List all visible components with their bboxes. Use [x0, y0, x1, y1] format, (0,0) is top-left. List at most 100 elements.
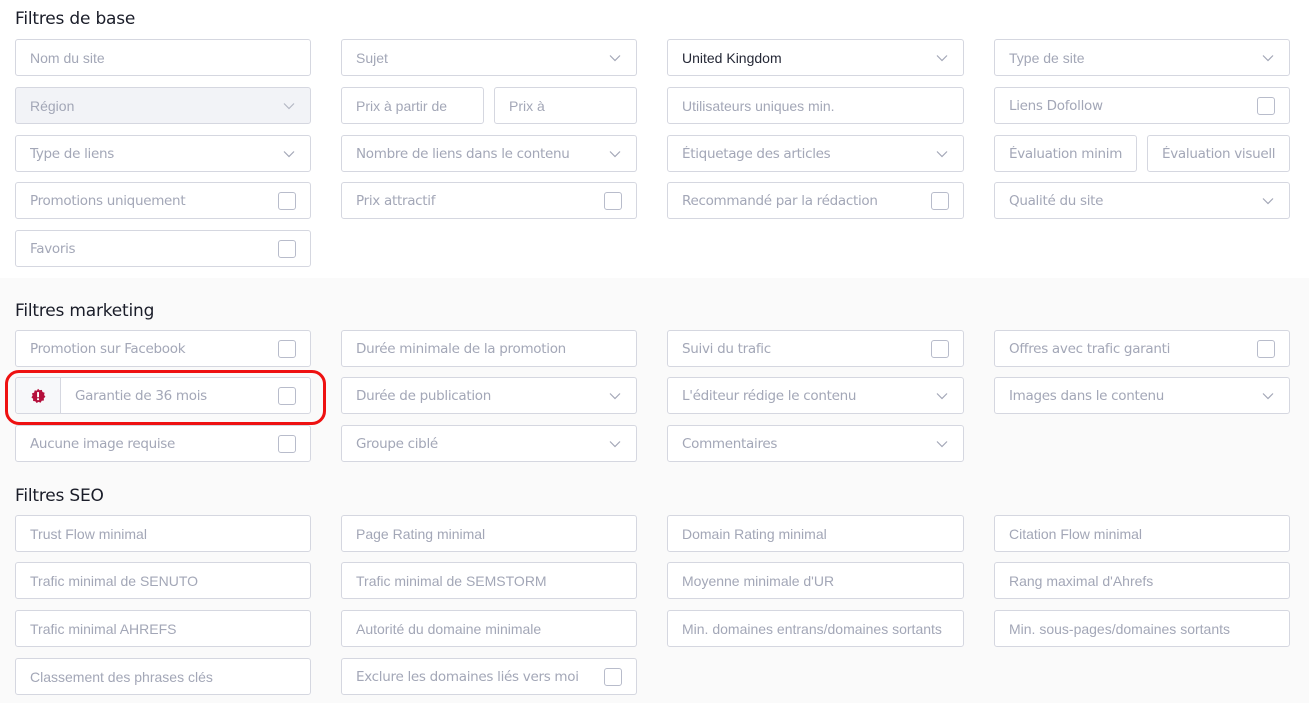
images-in-content-select[interactable]: Images dans le contenu	[994, 377, 1290, 414]
guaranteed-traffic-offers-checkbox[interactable]	[1257, 339, 1275, 358]
min-promotion-duration-input[interactable]: Durée minimale de la promotion	[341, 330, 637, 367]
region-placeholder: Région	[30, 97, 75, 114]
region-select: Région	[15, 87, 311, 124]
article-tagging-placeholder: Étiquetage des articles	[682, 145, 831, 162]
editor-recommended-field[interactable]: Recommandé par la rédaction	[667, 182, 964, 219]
ur-average-min-input[interactable]: Moyenne minimale d'UR	[667, 562, 964, 599]
traffic-tracking-checkbox[interactable]	[931, 339, 949, 358]
favorites-field[interactable]: Favoris	[15, 230, 311, 267]
dofollow-links-label: Liens Dofollow	[1009, 97, 1103, 114]
alert-badge	[16, 378, 61, 413]
attractive-price-label: Prix attractif	[356, 192, 436, 209]
dofollow-links-field[interactable]: Liens Dofollow	[994, 87, 1290, 124]
seo-filters-title: Filtres SEO	[15, 486, 104, 506]
article-tagging-select[interactable]: Étiquetage des articles	[667, 135, 964, 172]
citation-flow-min-input[interactable]: Citation Flow minimal	[994, 515, 1290, 552]
guarantee-36-months-checkbox[interactable]	[278, 386, 296, 405]
ur-average-min-placeholder: Moyenne minimale d'UR	[682, 572, 835, 589]
price-from-input[interactable]: Prix à partir de	[341, 87, 484, 124]
price-from-placeholder: Prix à partir de	[356, 97, 448, 114]
guarantee-36-months-label: Garantie de 36 mois	[75, 387, 207, 404]
comments-select[interactable]: Commentaires	[667, 425, 964, 462]
senuto-traffic-min-input[interactable]: Trafic minimal de SENUTO	[15, 562, 311, 599]
no-image-required-checkbox[interactable]	[278, 434, 296, 453]
promotions-only-field[interactable]: Promotions uniquement	[15, 182, 311, 219]
ahrefs-traffic-min-input[interactable]: Trafic minimal AHREFS	[15, 610, 311, 647]
domain-authority-min-input[interactable]: Autorité du domaine minimale	[341, 610, 637, 647]
subject-select[interactable]: Sujet	[341, 39, 637, 76]
semstorm-traffic-min-input[interactable]: Trafic minimal de SEMSTORM	[341, 562, 637, 599]
site-quality-select[interactable]: Qualité du site	[994, 182, 1290, 219]
trust-flow-min-input[interactable]: Trust Flow minimal	[15, 515, 311, 552]
chevron-down-icon	[935, 51, 949, 65]
promotions-only-checkbox[interactable]	[278, 191, 296, 210]
favorites-checkbox[interactable]	[278, 239, 296, 258]
subpages-ratio-min-placeholder: Min. sous-pages/domaines sortants	[1009, 620, 1230, 637]
images-in-content-placeholder: Images dans le contenu	[1009, 387, 1165, 404]
site-type-select[interactable]: Type de site	[994, 39, 1290, 76]
publication-duration-select[interactable]: Durée de publication	[341, 377, 637, 414]
domain-rating-min-placeholder: Domain Rating minimal	[682, 525, 827, 542]
exclude-linked-domains-field[interactable]: Exclure les domaines liés vers moi	[341, 658, 637, 695]
visual-rating-input[interactable]: Évaluation visuelle	[1147, 135, 1290, 172]
guarantee-36-months-field[interactable]: Garantie de 36 mois	[15, 377, 311, 414]
subpages-ratio-min-input[interactable]: Min. sous-pages/domaines sortants	[994, 610, 1290, 647]
ahrefs-traffic-min-placeholder: Trafic minimal AHREFS	[30, 620, 177, 637]
chevron-down-icon	[1261, 194, 1275, 208]
link-type-select[interactable]: Type de liens	[15, 135, 311, 172]
domain-authority-min-placeholder: Autorité du domaine minimale	[356, 620, 542, 637]
site-name-placeholder: Nom du site	[30, 49, 105, 66]
promotions-only-label: Promotions uniquement	[30, 192, 186, 209]
site-name-input[interactable]: Nom du site	[15, 39, 311, 76]
guaranteed-traffic-offers-field[interactable]: Offres avec trafic garanti	[994, 330, 1290, 367]
min-rating-input[interactable]: Évaluation minimale	[994, 135, 1137, 172]
ref-domains-ratio-min-input[interactable]: Min. domaines entrans/domaines sortants	[667, 610, 964, 647]
chevron-down-icon	[935, 147, 949, 161]
facebook-promotion-checkbox[interactable]	[278, 339, 296, 358]
facebook-promotion-label: Promotion sur Facebook	[30, 340, 186, 357]
domain-rating-min-input[interactable]: Domain Rating minimal	[667, 515, 964, 552]
chevron-down-icon	[935, 389, 949, 403]
chevron-down-icon	[608, 389, 622, 403]
target-group-select[interactable]: Groupe ciblé	[341, 425, 637, 462]
chevron-down-icon	[1261, 51, 1275, 65]
ref-domains-ratio-min-placeholder: Min. domaines entrans/domaines sortants	[682, 620, 942, 637]
chevron-down-icon	[935, 437, 949, 451]
exclude-linked-domains-checkbox[interactable]	[604, 667, 622, 686]
editor-recommended-checkbox[interactable]	[931, 191, 949, 210]
chevron-down-icon	[608, 51, 622, 65]
no-image-required-label: Aucune image requise	[30, 435, 176, 452]
page-rating-min-placeholder: Page Rating minimal	[356, 525, 486, 542]
traffic-tracking-label: Suivi du trafic	[682, 340, 771, 357]
attractive-price-field[interactable]: Prix attractif	[341, 182, 637, 219]
link-type-placeholder: Type de liens	[30, 145, 114, 162]
attractive-price-checkbox[interactable]	[604, 191, 622, 210]
price-to-input[interactable]: Prix à	[494, 87, 637, 124]
page-rating-min-input[interactable]: Page Rating minimal	[341, 515, 637, 552]
no-image-required-field[interactable]: Aucune image requise	[15, 425, 311, 462]
traffic-tracking-field[interactable]: Suivi du trafic	[667, 330, 964, 367]
facebook-promotion-field[interactable]: Promotion sur Facebook	[15, 330, 311, 367]
country-select[interactable]: United Kingdom	[667, 39, 964, 76]
publisher-writes-content-select[interactable]: L'éditeur rédige le contenu	[667, 377, 964, 414]
site-type-placeholder: Type de site	[1009, 49, 1085, 66]
site-quality-placeholder: Qualité du site	[1009, 192, 1104, 209]
chevron-down-icon	[608, 147, 622, 161]
comments-placeholder: Commentaires	[682, 435, 778, 452]
ahrefs-rank-max-placeholder: Rang maximal d'Ahrefs	[1009, 572, 1154, 589]
links-in-content-select[interactable]: Nombre de liens dans le contenu	[341, 135, 637, 172]
keyword-ranking-placeholder: Classement des phrases clés	[30, 668, 213, 685]
min-rating-placeholder: Évaluation minimale	[1009, 145, 1122, 162]
subject-placeholder: Sujet	[356, 49, 388, 66]
keyword-ranking-input[interactable]: Classement des phrases clés	[15, 658, 311, 695]
unique-users-min-input[interactable]: Utilisateurs uniques min.	[667, 87, 964, 124]
visual-rating-placeholder: Évaluation visuelle	[1162, 145, 1275, 162]
dofollow-links-checkbox[interactable]	[1257, 96, 1275, 115]
semstorm-traffic-min-placeholder: Trafic minimal de SEMSTORM	[356, 572, 547, 589]
citation-flow-min-placeholder: Citation Flow minimal	[1009, 525, 1143, 542]
ahrefs-rank-max-input[interactable]: Rang maximal d'Ahrefs	[994, 562, 1290, 599]
base-filters-section: Filtres de base Nom du site Sujet United…	[0, 0, 1309, 278]
trust-flow-min-placeholder: Trust Flow minimal	[30, 525, 147, 542]
links-in-content-placeholder: Nombre de liens dans le contenu	[356, 145, 570, 162]
chevron-down-icon	[1261, 389, 1275, 403]
